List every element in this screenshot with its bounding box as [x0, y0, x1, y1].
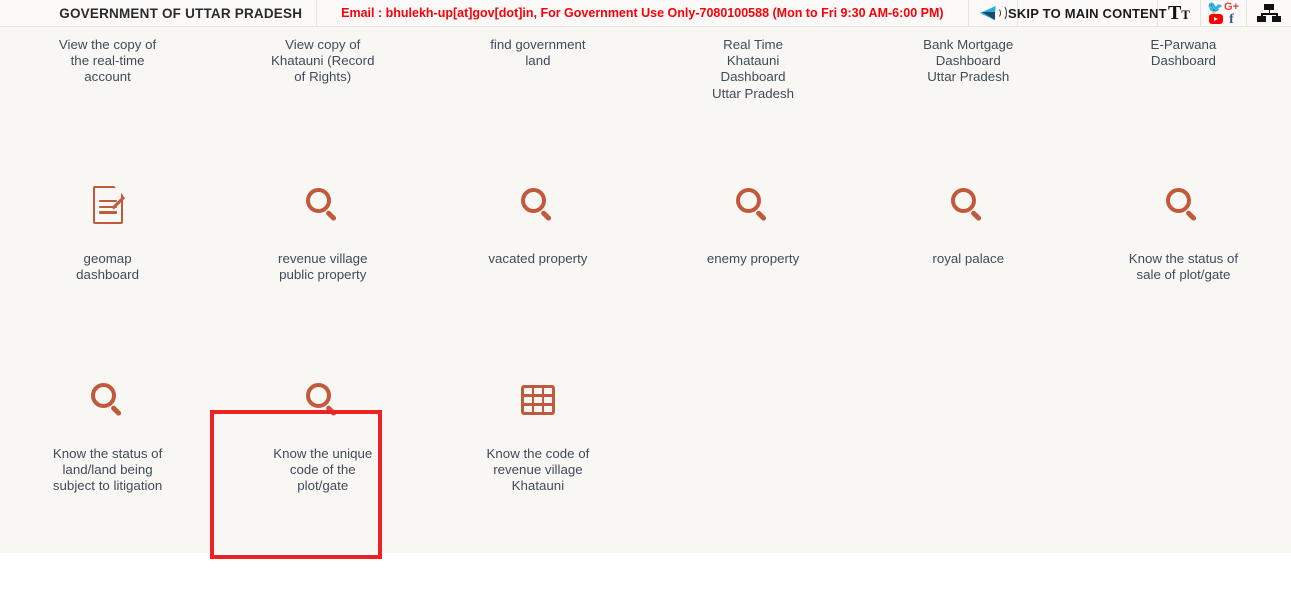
search-icon [90, 383, 125, 417]
government-title: GOVERNMENT OF UTTAR PRADESH [0, 0, 318, 26]
empty-cell [1076, 362, 1291, 537]
speaker-audio-icon [978, 5, 1007, 21]
service-tile-geomap-dashboard[interactable]: geomap dashboard [0, 167, 215, 335]
icon-container [1166, 177, 1200, 233]
icon-container [305, 177, 340, 233]
service-label: View copy of Khatauni (Record of Rights) [271, 37, 375, 85]
social-icons: 🐦 G+ f [1207, 1, 1239, 27]
google-plus-icon[interactable]: G+ [1224, 1, 1239, 13]
youtube-icon[interactable] [1208, 14, 1223, 24]
service-tile-status-of-sale-of-plot[interactable]: Know the status of sale of plot/gate [1076, 167, 1291, 335]
search-icon [305, 383, 340, 417]
empty-cell [861, 362, 1076, 537]
page-root: GOVERNMENT OF UTTAR PRADESH Email : bhul… [0, 0, 1291, 593]
service-label: royal palace [932, 251, 1005, 266]
service-tile-code-of-revenue-village-khatauni[interactable]: Know the code of revenue village Khataun… [430, 362, 645, 537]
service-label: E-Parwana Dashboard [1150, 37, 1217, 69]
service-label: Real Time Khatauni Dashboard Uttar Prade… [712, 37, 795, 101]
facebook-icon[interactable]: f [1229, 12, 1234, 26]
text-size-large-letter: T [1167, 2, 1182, 24]
icon-container [520, 372, 555, 428]
search-icon [1166, 188, 1200, 222]
service-label: revenue village public property [278, 251, 368, 283]
service-label: enemy property [706, 251, 800, 266]
top-header-bar: GOVERNMENT OF UTTAR PRADESH Email : bhul… [0, 0, 1291, 27]
service-tile-land-under-litigation[interactable]: Know the status of land/land being subje… [0, 362, 215, 537]
service-tile-enemy-property[interactable]: enemy property [646, 167, 861, 335]
service-tile-real-time-khatauni-dashboard[interactable]: Real Time Khatauni Dashboard Uttar Prade… [646, 27, 861, 167]
icon-container [951, 177, 985, 233]
text-size-icon: TT [1168, 3, 1190, 23]
service-tile-royal-palace[interactable]: royal palace [861, 167, 1076, 335]
icon-container [92, 177, 125, 233]
icon-container [520, 177, 555, 233]
sitemap-icon [1257, 4, 1282, 22]
service-tile-revenue-village-public-property[interactable]: revenue village public property [215, 167, 430, 335]
service-label: Know the unique code of the plot/gate [273, 446, 373, 494]
icon-container [90, 372, 125, 428]
document-icon [92, 185, 125, 224]
service-tile-khatauni-copy[interactable]: View copy of Khatauni (Record of Rights) [215, 27, 430, 167]
service-row-2: geomap dashboard revenue village public … [0, 167, 1291, 335]
empty-cell [646, 362, 861, 537]
skip-to-main-content-link[interactable]: SKIP TO MAIN CONTENT [1008, 0, 1167, 26]
service-tile-e-parwana-dashboard[interactable]: E-Parwana Dashboard [1076, 27, 1291, 167]
service-label: Know the code of revenue village Khataun… [486, 446, 590, 494]
service-label: Know the status of land/land being subje… [52, 446, 163, 494]
icon-container [736, 177, 770, 233]
service-tile-unique-code-of-plot[interactable]: Know the unique code of the plot/gate [215, 362, 430, 537]
sitemap-button[interactable] [1247, 0, 1291, 26]
service-label: Know the status of sale of plot/gate [1128, 251, 1239, 283]
service-label: View the copy of the real-time account [58, 37, 157, 85]
search-icon [736, 188, 770, 222]
service-label: find government land [490, 37, 586, 69]
service-tile-find-government-land[interactable]: find government land [430, 27, 645, 167]
service-label: Bank Mortgage Dashboard Uttar Pradesh [923, 37, 1014, 85]
service-label: geomap dashboard [76, 251, 139, 283]
table-icon [520, 385, 555, 415]
social-links-group[interactable]: 🐦 G+ f [1201, 0, 1248, 27]
email-notice: Email : bhulekh-up[at]gov[dot]in, For Go… [317, 0, 969, 26]
icon-container [305, 372, 340, 428]
service-row-3: Know the status of land/land being subje… [0, 362, 1291, 537]
service-row-1: View the copy of the real-time account V… [0, 27, 1291, 167]
main-content-panel: View the copy of the real-time account V… [0, 27, 1291, 559]
search-icon [951, 188, 985, 222]
service-tile-real-time-account[interactable]: View the copy of the real-time account [0, 27, 215, 167]
search-icon [305, 188, 340, 222]
service-tile-bank-mortgage-dashboard[interactable]: Bank Mortgage Dashboard Uttar Pradesh [861, 27, 1076, 167]
twitter-icon[interactable]: 🐦 [1207, 1, 1223, 14]
search-icon [520, 188, 555, 222]
text-size-small-letter: T [1181, 7, 1190, 22]
service-label: vacated property [488, 251, 588, 266]
service-tile-vacated-property[interactable]: vacated property [430, 167, 645, 335]
text-size-button[interactable]: TT [1158, 0, 1202, 26]
